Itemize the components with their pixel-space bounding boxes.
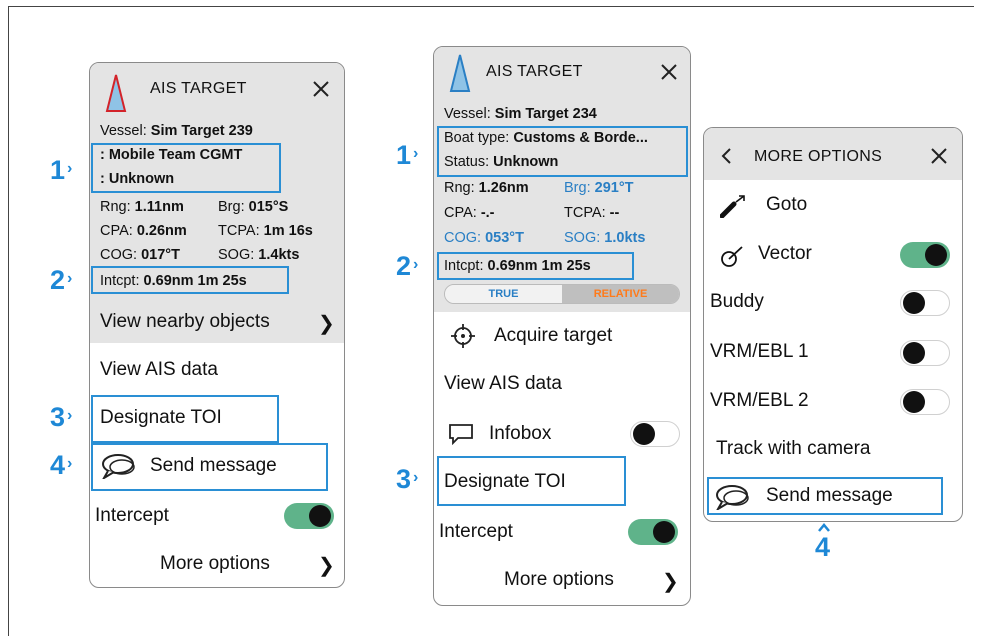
callout-number: 1 › — [396, 140, 419, 170]
vessel-line: Vessel: Sim Target 239 — [100, 123, 253, 139]
tcpa-line: TCPA: 1m 16s — [218, 223, 313, 239]
panel-title: AIS TARGET — [150, 80, 247, 97]
more-options-panel: MORE OPTIONS Goto Vector Buddy VRM/EBL 1… — [703, 127, 963, 522]
callout-number: 2 › — [50, 265, 73, 295]
intercept-label: Intercept — [439, 521, 513, 542]
callout-number: 4 › — [50, 450, 73, 480]
chevron-right-icon: ❯ — [318, 555, 335, 577]
callout-box-3 — [437, 456, 626, 506]
sog-line: SOG: 1.4kts — [218, 247, 300, 263]
vector-icon — [720, 244, 746, 273]
vrm-ebl-2-label: VRM/EBL 2 — [710, 390, 809, 411]
panel-title: MORE OPTIONS — [754, 148, 883, 165]
close-icon[interactable] — [660, 63, 678, 81]
intercept-toggle[interactable] — [628, 519, 678, 545]
callout-box-1 — [437, 126, 688, 177]
cpa-line: CPA: 0.26nm — [100, 223, 187, 239]
ais-target-triangle-icon — [449, 53, 471, 98]
intercept-label: Intercept — [95, 505, 169, 526]
track-with-camera-button[interactable]: Track with camera — [716, 438, 871, 460]
chevron-left-icon[interactable] — [720, 147, 732, 165]
view-ais-data-button[interactable]: View AIS data — [100, 359, 218, 381]
callout-number: 3 › — [396, 464, 419, 494]
acquire-target-button[interactable]: Acquire target — [494, 325, 612, 347]
callout-number: 4 — [815, 532, 831, 562]
vrm-ebl-1-label: VRM/EBL 1 — [710, 341, 809, 362]
tcpa-line: TCPA: -- — [564, 205, 620, 221]
chevron-right-icon: ❯ — [318, 313, 335, 335]
vrm-ebl-1-toggle[interactable] — [900, 340, 950, 366]
goto-button[interactable]: Goto — [766, 194, 807, 216]
callout-box-2 — [437, 252, 634, 280]
brg-line: Brg: 015°S — [218, 199, 289, 215]
view-ais-data-button[interactable]: View AIS data — [444, 373, 562, 395]
crosshair-icon — [450, 323, 476, 354]
sog-line: SOG: 1.0kts — [564, 230, 646, 246]
vector-label: Vector — [758, 243, 812, 264]
panel-title: AIS TARGET — [486, 63, 583, 80]
vrm-ebl-2-toggle[interactable] — [900, 389, 950, 415]
buddy-label: Buddy — [710, 291, 764, 312]
close-icon[interactable] — [930, 147, 948, 165]
rng-line: Rng: 1.11nm — [100, 199, 184, 215]
cog-line: COG: 053°T — [444, 230, 524, 246]
infobox-toggle[interactable] — [630, 421, 680, 447]
vector-toggle[interactable] — [900, 242, 950, 268]
more-options-button[interactable]: More options — [504, 569, 614, 591]
close-icon[interactable] — [312, 80, 330, 98]
callout-box-4 — [707, 477, 943, 515]
callout-box-1 — [91, 143, 281, 193]
view-nearby-objects-button[interactable]: View nearby objects — [100, 311, 270, 333]
relative-option[interactable]: RELATIVE — [562, 285, 679, 303]
callout-box-2 — [91, 266, 289, 294]
rng-line: Rng: 1.26nm — [444, 180, 529, 196]
intercept-toggle[interactable] — [284, 503, 334, 529]
figure-frame-top — [8, 6, 974, 7]
true-relative-switch[interactable]: TRUE RELATIVE — [444, 284, 680, 304]
true-option[interactable]: TRUE — [445, 285, 562, 303]
ais-target-panel-1: AIS TARGET Vessel: Sim Target 239 : Mobi… — [89, 62, 345, 588]
vessel-line: Vessel: Sim Target 234 — [444, 106, 597, 122]
ais-target-triangle-icon — [105, 73, 127, 118]
callout-number: 1 › — [50, 155, 73, 185]
infobox-icon — [448, 423, 474, 450]
figure-frame-left — [8, 6, 9, 636]
callout-number: 2 › — [396, 251, 419, 281]
more-options-button[interactable]: More options — [160, 553, 270, 575]
infobox-label: Infobox — [489, 423, 552, 444]
callout-box-4 — [91, 443, 328, 491]
goto-icon — [719, 194, 746, 223]
cpa-line: CPA: -.- — [444, 205, 495, 221]
callout-number: 3 › — [50, 402, 73, 432]
callout-box-3 — [91, 395, 279, 443]
buddy-toggle[interactable] — [900, 290, 950, 316]
chevron-right-icon: ❯ — [662, 571, 679, 593]
brg-line: Brg: 291°T — [564, 180, 634, 196]
cog-line: COG: 017°T — [100, 247, 180, 263]
